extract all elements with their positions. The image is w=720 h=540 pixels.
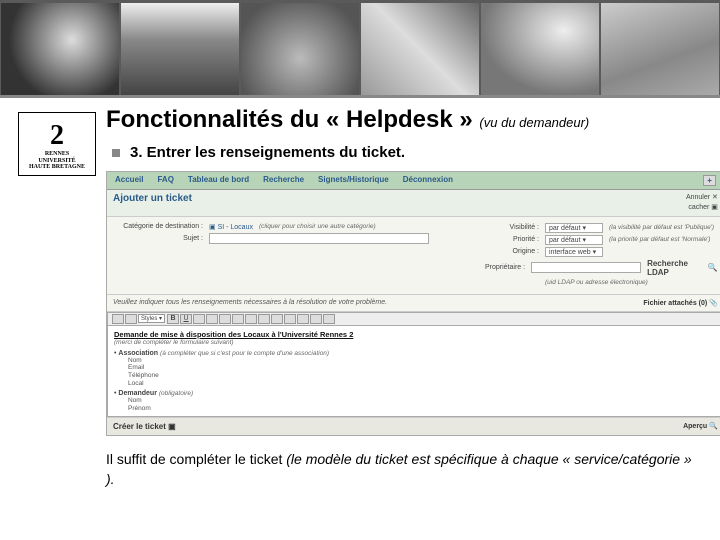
slide-title: Fonctionnalités du « Helpdesk » (vu du d…: [106, 106, 720, 134]
nav-item[interactable]: Accueil: [115, 175, 143, 186]
subject-input[interactable]: [209, 233, 429, 244]
tb-icon[interactable]: [206, 314, 218, 324]
banner-photo: [481, 3, 599, 95]
banner-photo: [1, 3, 119, 95]
tb-icon[interactable]: [232, 314, 244, 324]
bullet-item: 3. Entrer les renseignements du ticket.: [106, 144, 720, 161]
tb-icon[interactable]: [310, 314, 322, 324]
hide-link[interactable]: cacher: [688, 204, 709, 211]
editor-toolbar: Styles ▾ B U: [107, 312, 720, 326]
create-ticket-button[interactable]: Créer le ticket ▣: [113, 422, 176, 431]
tb-icon[interactable]: [245, 314, 257, 324]
visibility-select[interactable]: par défaut ▾: [545, 223, 603, 233]
tb-icon[interactable]: [271, 314, 283, 324]
nav-item[interactable]: FAQ: [157, 175, 173, 186]
nav-item[interactable]: Recherche: [263, 175, 304, 186]
preview-button[interactable]: Aperçu 🔍: [683, 422, 718, 431]
tb-bold-icon[interactable]: B: [167, 314, 179, 324]
nav-item[interactable]: Signets/Historique: [318, 175, 389, 186]
tb-icon[interactable]: [258, 314, 270, 324]
tb-icon[interactable]: [219, 314, 231, 324]
subject-label: Sujet :: [113, 235, 203, 242]
style-select[interactable]: Styles ▾: [138, 314, 165, 323]
origin-select[interactable]: interface web ▾: [545, 247, 603, 257]
panel-title: Ajouter un ticket: [113, 193, 192, 213]
tb-icon[interactable]: [323, 314, 335, 324]
banner-photo: [361, 3, 479, 95]
tb-underline-icon[interactable]: U: [180, 314, 192, 324]
tb-icon[interactable]: [284, 314, 296, 324]
banner-photo: [601, 3, 719, 95]
banner-collage: [0, 0, 720, 98]
nav-plus-button[interactable]: +: [703, 175, 716, 186]
category-label: Catégorie de destination :: [113, 223, 203, 230]
tb-icon[interactable]: [112, 314, 124, 324]
nav-bar: Accueil FAQ Tableau de bord Recherche Si…: [107, 172, 720, 190]
nav-item[interactable]: Déconnexion: [403, 175, 453, 186]
footer-note: Il suffit de compléter le ticket (le mod…: [106, 450, 720, 489]
attachments-link[interactable]: Fichier attachés (0) 📎: [643, 299, 717, 307]
tb-icon[interactable]: [193, 314, 205, 324]
tb-icon[interactable]: [297, 314, 309, 324]
ldap-search-link[interactable]: Recherche LDAP: [647, 259, 702, 277]
nav-item[interactable]: Tableau de bord: [188, 175, 249, 186]
bullet-icon: [112, 149, 120, 157]
tb-icon[interactable]: [125, 314, 137, 324]
editor-content[interactable]: Demande de mise à disposition des Locaux…: [107, 326, 720, 418]
banner-photo: [121, 3, 239, 95]
banner-photo: [241, 3, 359, 95]
helpdesk-screenshot: Accueil FAQ Tableau de bord Recherche Si…: [106, 171, 720, 436]
university-logo: 2 RENNESUNIVERSITÉHAUTE BRETAGNE: [18, 112, 96, 176]
instruction-text: Veuillez indiquer tous les renseignement…: [113, 299, 387, 307]
priority-select[interactable]: par défaut ▾: [545, 235, 603, 245]
category-value[interactable]: ▣ SI - Locaux: [209, 223, 253, 231]
cancel-link[interactable]: Annuler: [686, 194, 710, 201]
owner-input[interactable]: [531, 262, 641, 273]
